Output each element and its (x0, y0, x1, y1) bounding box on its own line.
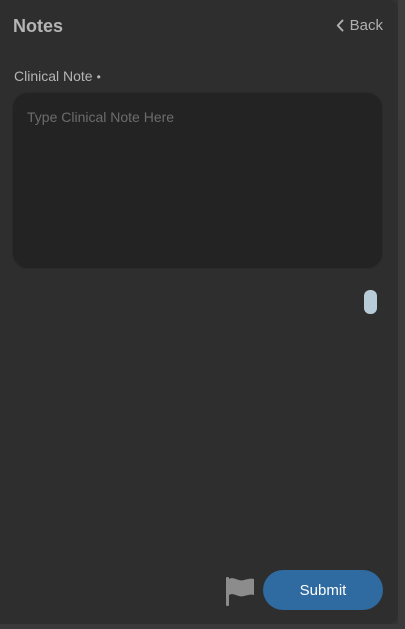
clinical-note-input[interactable] (12, 92, 383, 269)
required-marker: • (96, 70, 101, 84)
clinical-note-label-text: Clinical Note (14, 68, 93, 84)
back-button-label: Back (349, 17, 383, 34)
right-edge-strip-top (398, 0, 405, 120)
submit-button[interactable]: Submit (263, 570, 383, 610)
page-title: Notes (13, 16, 64, 36)
notes-panel: Notes Back Clinical Note• Submit (0, 0, 398, 624)
back-button[interactable]: Back (336, 17, 383, 34)
right-edge-strip (398, 0, 405, 629)
page: Notes Back Clinical Note• Submit (0, 0, 405, 629)
bottom-edge-strip (0, 624, 405, 629)
flag-icon[interactable] (224, 576, 256, 606)
scrollbar-thumb[interactable] (364, 290, 377, 314)
chevron-left-icon (336, 19, 344, 32)
clinical-note-label: Clinical Note • (14, 68, 101, 84)
